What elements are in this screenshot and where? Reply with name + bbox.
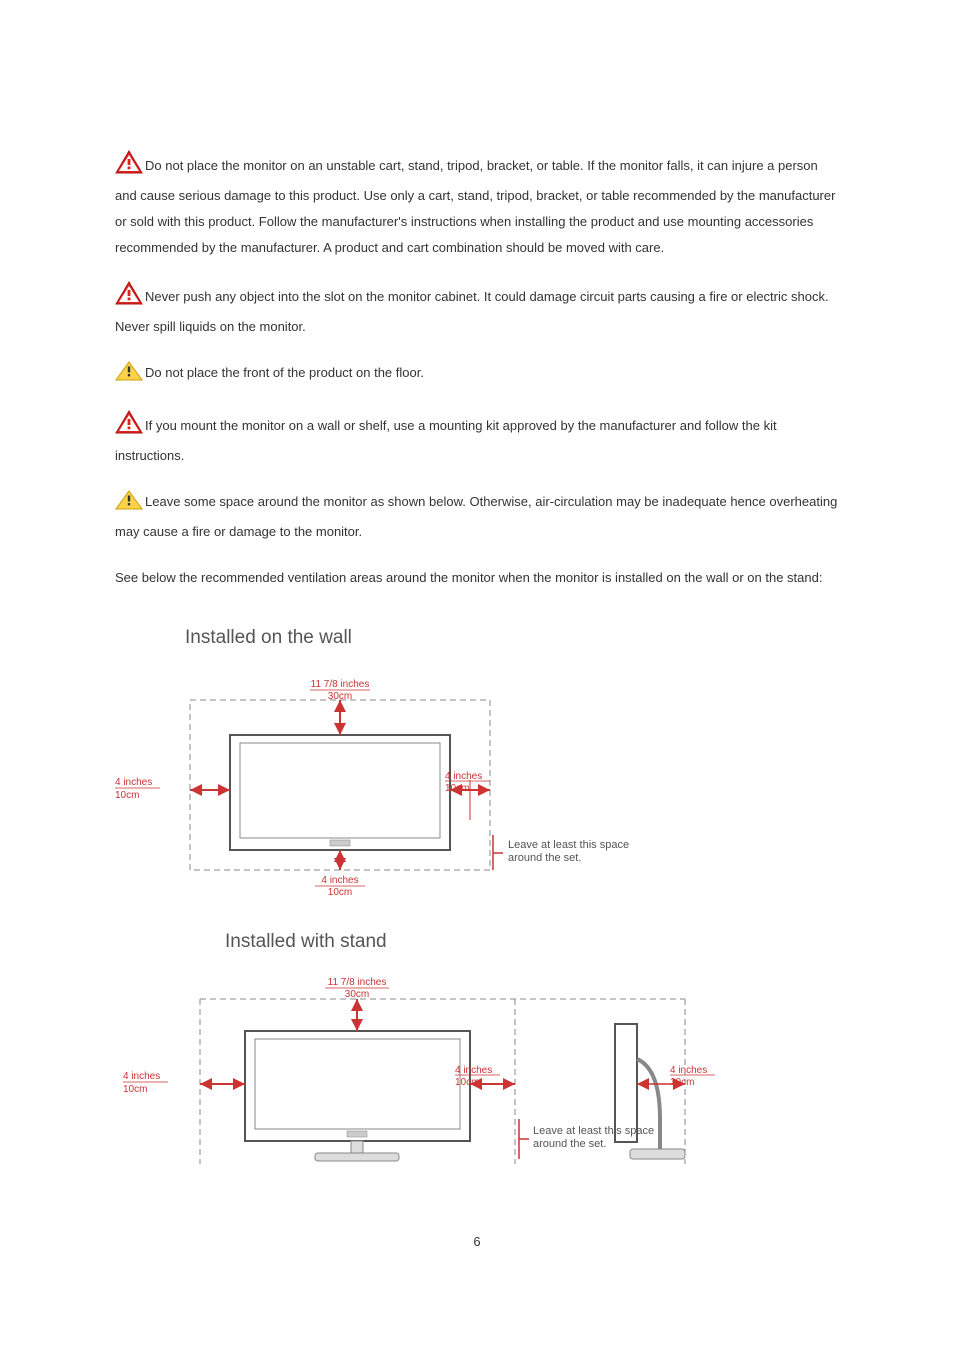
dim-mid-cm: 10cm [455,1077,479,1088]
dim-left-cm: 10cm [123,1084,147,1095]
dim-top-in: 11 7/8 inches [311,679,370,690]
page-number: 6 [115,1229,839,1255]
caution-paragraph: Do not place the front of the product on… [115,360,839,390]
warning-triangle-yellow-icon [115,490,143,519]
diagram-wall-svg: 11 7/8 inches 30cm 4 inches 10cm 4 inche… [115,665,635,895]
warning-paragraph: Never push any object into the slot on t… [115,281,839,340]
diagram-stand-section: Installed with stand [115,923,839,1179]
warning-paragraph: Do not place the monitor on an unstable … [115,150,839,261]
dim-right-in: 4 inches [445,771,482,782]
dim-top-in: 11 7/8 inches [328,977,387,988]
diagram-stand-title: Installed with stand [225,923,839,961]
diagram-wall-title: Installed on the wall [185,619,839,657]
note-line2: around the set. [533,1138,606,1150]
diagram-stand-svg: 11 7/8 inches 30cm 4 inches 10cm 4 inche… [115,969,735,1179]
dim-bottom-in: 4 inches [321,875,358,886]
dim-right-in: 4 inches [670,1065,707,1076]
note-line1: Leave at least this space [533,1125,654,1137]
warning-text: Never push any object into the slot on t… [115,289,829,334]
caution-paragraph: Leave some space around the monitor as s… [115,489,839,545]
note-line1: Leave at least this space [508,839,629,851]
dim-top-cm: 30cm [345,989,369,1000]
intro-paragraph: See below the recommended ventilation ar… [115,565,839,591]
note-line2: around the set. [508,852,581,864]
warning-text: Do not place the monitor on an unstable … [115,158,835,255]
warning-triangle-red-icon [115,410,143,443]
diagram-wall-section: Installed on the wall [115,619,839,895]
warning-paragraph: If you mount the monitor on a wall or sh… [115,410,839,469]
dim-mid-in: 4 inches [455,1065,492,1076]
dim-left-in: 4 inches [123,1071,160,1082]
warning-triangle-yellow-icon [115,361,143,390]
warning-triangle-red-icon [115,150,143,183]
dim-bottom-cm: 10cm [328,887,352,895]
dim-right-cm: 10cm [670,1077,694,1088]
intro-text: See below the recommended ventilation ar… [115,570,822,585]
caution-text: Leave some space around the monitor as s… [115,494,837,539]
dim-left-in: 4 inches [115,777,152,788]
warning-triangle-red-icon [115,281,143,314]
dim-right-cm: 10cm [445,783,469,794]
warning-text: If you mount the monitor on a wall or sh… [115,418,777,463]
dim-top-cm: 30cm [328,691,352,702]
page-content: Do not place the monitor on an unstable … [0,0,954,1295]
caution-text: Do not place the front of the product on… [145,365,424,380]
dim-left-cm: 10cm [115,790,139,801]
